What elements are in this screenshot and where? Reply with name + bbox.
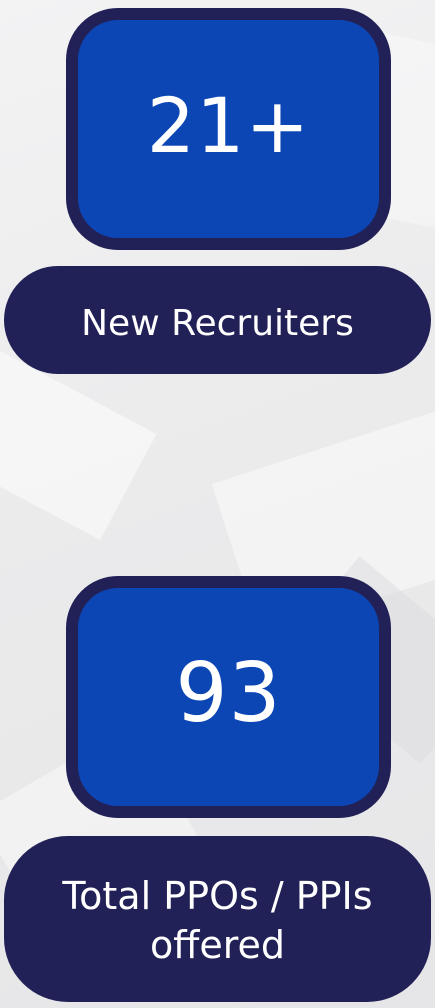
stat-value: 93 (175, 646, 282, 741)
stat-value: 21+ (146, 81, 311, 170)
stat-label-pill-ppos-ppis: Total PPOs / PPIs offered (4, 836, 431, 1002)
stat-value-box-ppos-ppis: 93 (66, 576, 391, 818)
stat-label: Total PPOs / PPIs offered (62, 873, 373, 967)
stat-value-box-new-recruiters: 21+ (66, 8, 391, 250)
stat-label: New Recruiters (81, 302, 354, 344)
stat-label-pill-new-recruiters: New Recruiters (4, 266, 431, 374)
